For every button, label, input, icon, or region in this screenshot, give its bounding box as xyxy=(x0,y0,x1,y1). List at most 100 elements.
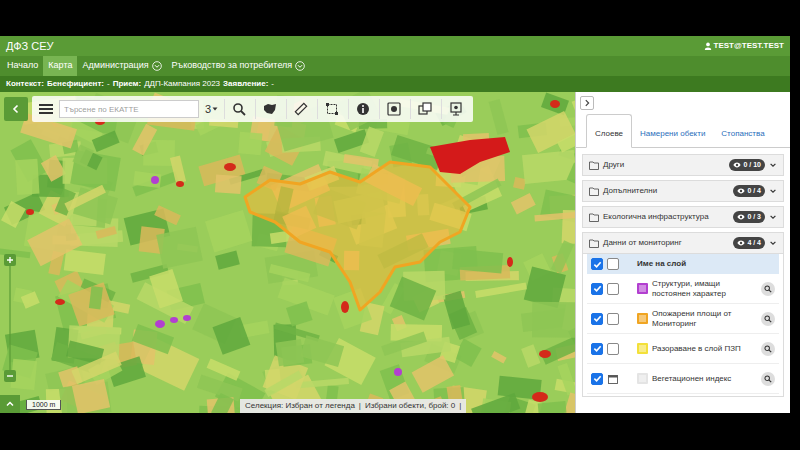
map-status: Селекция: Избран от легенда | Избрани обек… xyxy=(240,399,466,413)
layer-visible-checkbox[interactable] xyxy=(591,373,603,385)
group-label[interactable]: Данни от мониторинг xyxy=(603,237,729,249)
layer-group[interactable]: Екологична инфраструктура 0 / 3 xyxy=(582,206,784,228)
draw-polygon-icon[interactable] xyxy=(317,99,345,119)
nav-tab[interactable]: Ръководство за потребителя xyxy=(167,56,311,76)
context-item-value: - xyxy=(271,78,274,90)
user-name[interactable]: TEST@TEST.TEST xyxy=(714,40,784,52)
tab-label[interactable]: Стопанства xyxy=(721,129,764,138)
back-button[interactable] xyxy=(4,97,28,121)
eye-icon xyxy=(737,188,745,194)
zoom-to-layer-icon[interactable] xyxy=(761,312,775,326)
screenshot-icon[interactable] xyxy=(379,99,407,119)
group-label[interactable]: Други xyxy=(603,159,725,171)
map-top-controls: 3 xyxy=(4,96,473,122)
context-item-label: Бенефициент: xyxy=(47,78,104,90)
search-input[interactable] xyxy=(59,100,199,118)
panel-tab[interactable]: Намерени обекти xyxy=(632,115,713,147)
nav-label[interactable]: Ръководство за потребителя xyxy=(172,59,293,73)
layer-select-checkbox[interactable] xyxy=(607,313,619,325)
zoom-slider[interactable] xyxy=(9,266,11,370)
chevron-icon xyxy=(769,239,777,247)
nav-label[interactable]: Карта xyxy=(48,59,72,73)
calendar-icon[interactable] xyxy=(607,373,619,385)
nav-label[interactable]: Начало xyxy=(7,59,38,73)
chevron-icon xyxy=(769,213,777,221)
folder-icon xyxy=(589,213,599,222)
status-separator: | xyxy=(359,400,361,412)
badge-count: 4 / 4 xyxy=(747,238,761,249)
layer-group[interactable]: Допълнителни 0 / 4 xyxy=(582,180,784,202)
nav-tab[interactable]: Начало xyxy=(2,56,43,76)
main-nav: Начало Карта Администрация Ръководство за п… xyxy=(0,56,790,76)
map[interactable]: 31000 mСелекция: Избран от легенда|Избра… xyxy=(0,92,575,413)
user-menu[interactable]: TEST@TEST.TEST xyxy=(704,40,784,52)
status-text: Избрани обекти, брой: 0 xyxy=(365,400,455,412)
collapse-button[interactable] xyxy=(580,96,594,110)
layer-swatch xyxy=(637,373,648,384)
side-panel: СлоевеНамерени обектиСтопанстваДруги0 / … xyxy=(575,92,790,413)
folder-icon xyxy=(589,161,599,170)
group-badge: 4 / 4 xyxy=(733,237,765,250)
layer-row[interactable]: Структури, имащи постоянен характер xyxy=(587,274,779,304)
zoom-to-layer-icon[interactable] xyxy=(761,342,775,356)
ruler-icon[interactable] xyxy=(286,99,314,119)
layer-row[interactable]: Разораване в слой ПЗП xyxy=(587,334,779,364)
context-item-value: - xyxy=(107,78,110,90)
context-item-label: Прием: xyxy=(113,78,141,90)
map-canvas[interactable] xyxy=(0,92,575,413)
panel-tab[interactable]: Стопанства xyxy=(713,115,772,147)
select-all-checkbox[interactable] xyxy=(607,258,619,270)
layer-table-header: Име на слой xyxy=(587,254,779,274)
layer-row[interactable]: Опожарени площи от Мониторинг xyxy=(587,304,779,334)
group-badge: 0 / 3 xyxy=(733,211,765,224)
badge-count: 0 / 4 xyxy=(747,186,761,197)
search-icon[interactable] xyxy=(224,99,252,119)
layer-name: Опожарени площи от Мониторинг xyxy=(652,309,757,329)
dropdown-icon xyxy=(152,61,162,71)
layer-row[interactable]: Вегетационен индекс xyxy=(587,364,779,394)
context-bar: Контекст:Бенефициент:-Прием:ДДП-Кампания… xyxy=(0,76,790,92)
zoom-level[interactable]: 3 xyxy=(205,101,211,118)
layer-group[interactable]: Други0 / 10 xyxy=(582,154,784,176)
zoom-to-layer-icon[interactable] xyxy=(761,372,775,386)
layer-visible-checkbox[interactable] xyxy=(591,283,603,295)
status-separator: | xyxy=(459,400,461,412)
layer-select-checkbox[interactable] xyxy=(607,283,619,295)
nav-tab[interactable]: Карта xyxy=(43,56,77,76)
context-item-label: Заявление: xyxy=(223,78,268,90)
info-icon[interactable] xyxy=(348,99,376,119)
eye-icon xyxy=(737,214,745,220)
layer-select-checkbox[interactable] xyxy=(607,343,619,355)
pin-icon[interactable] xyxy=(441,99,469,119)
group-label[interactable]: Допълнителни xyxy=(603,185,729,197)
visible-all-checkbox[interactable] xyxy=(591,258,603,270)
user-icon xyxy=(704,42,712,50)
panel-tab[interactable]: Слоеве xyxy=(586,114,632,148)
nav-tab[interactable]: Администрация xyxy=(77,56,166,76)
group-label[interactable]: Екологична инфраструктура xyxy=(603,211,729,223)
eye-icon xyxy=(737,240,745,246)
layer-visible-checkbox[interactable] xyxy=(591,343,603,355)
menu-icon[interactable] xyxy=(36,99,56,119)
tab-label[interactable]: Слоеве xyxy=(595,129,623,138)
layers-copy-icon[interactable] xyxy=(410,99,438,119)
tab-label[interactable]: Намерени обекти xyxy=(640,129,705,138)
zoom-to-layer-icon[interactable] xyxy=(761,282,775,296)
layer-visible-checkbox[interactable] xyxy=(591,313,603,325)
zoom-controls xyxy=(4,254,16,382)
zoom-out-button[interactable] xyxy=(4,370,16,382)
group-badge: 0 / 4 xyxy=(733,185,765,198)
country-map-icon[interactable] xyxy=(255,99,283,119)
caret-icon xyxy=(212,106,218,112)
expand-button[interactable] xyxy=(0,395,20,413)
zoom-in-button[interactable] xyxy=(4,254,16,266)
layer-name: Структури, имащи постоянен характер xyxy=(652,279,757,299)
layer-group[interactable]: Данни от мониторинг 4 / 4 xyxy=(582,232,784,254)
app-title[interactable]: ДФЗ СЕУ xyxy=(6,38,54,55)
nav-label[interactable]: Администрация xyxy=(82,59,148,73)
status-text: Селекция: Избран от легенда xyxy=(245,400,355,412)
folder-icon xyxy=(589,187,599,196)
eye-icon xyxy=(733,162,741,168)
zoom-select[interactable]: 3 xyxy=(202,101,221,118)
dropdown-icon xyxy=(295,61,305,71)
